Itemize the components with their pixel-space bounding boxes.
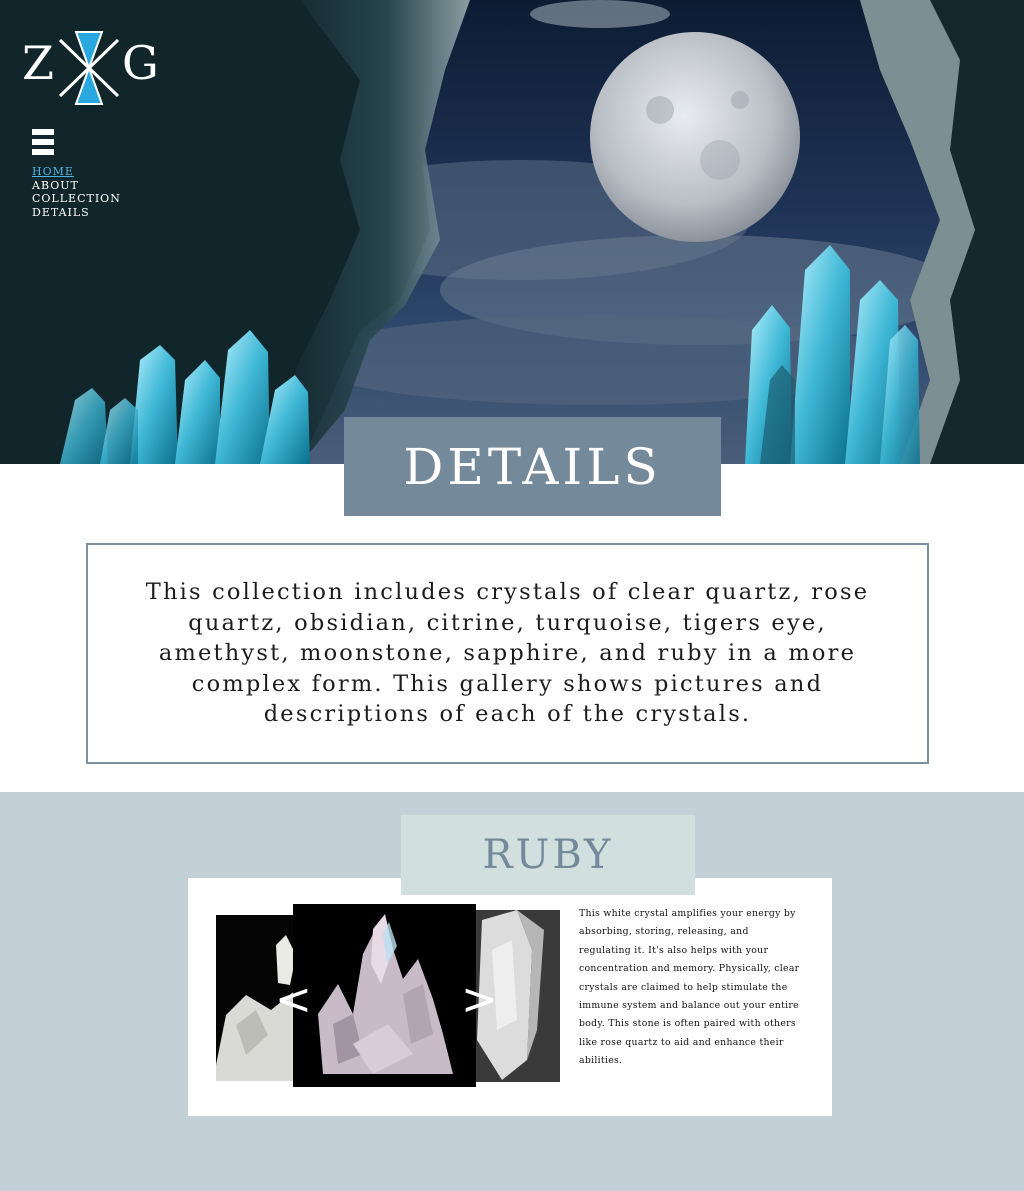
gallery-next-arrow[interactable]: >	[461, 978, 498, 1022]
main-nav: HOME ABOUT COLLECTION DETAILS	[32, 165, 121, 219]
logo-letter-left: Z	[22, 36, 54, 90]
hero-section: Z G HOME ABOUT COLLECTION DETAILS	[0, 0, 1024, 464]
gallery-prev-arrow[interactable]: <	[275, 978, 312, 1022]
nav-item-about[interactable]: ABOUT	[32, 179, 121, 193]
logo-crystal-icon	[58, 31, 120, 105]
gallery-title-banner: RUBY	[401, 815, 695, 895]
intro-box: This collection includes crystals of cle…	[86, 543, 929, 764]
nav-item-details[interactable]: DETAILS	[32, 206, 121, 220]
gallery-main-image[interactable]	[293, 904, 476, 1087]
gallery-title: RUBY	[482, 832, 614, 878]
details-title-banner: DETAILS	[344, 417, 721, 516]
brand-logo[interactable]: Z G	[20, 30, 160, 108]
gallery-section: RUBY < > This white crystal amplifies yo…	[0, 792, 1024, 1191]
nav-item-collection[interactable]: COLLECTION	[32, 192, 121, 206]
intro-text: This collection includes crystals of cle…	[145, 579, 870, 728]
gallery-card: < > This white crystal amplifies your en…	[188, 878, 832, 1116]
crystal-image-main	[293, 904, 476, 1087]
nav-item-home[interactable]: HOME	[32, 165, 121, 179]
hamburger-menu-icon[interactable]	[32, 129, 54, 159]
logo-letter-right: G	[122, 36, 159, 90]
page-title: DETAILS	[403, 437, 662, 496]
crystal-description: This white crystal amplifies your energy…	[579, 908, 800, 1067]
